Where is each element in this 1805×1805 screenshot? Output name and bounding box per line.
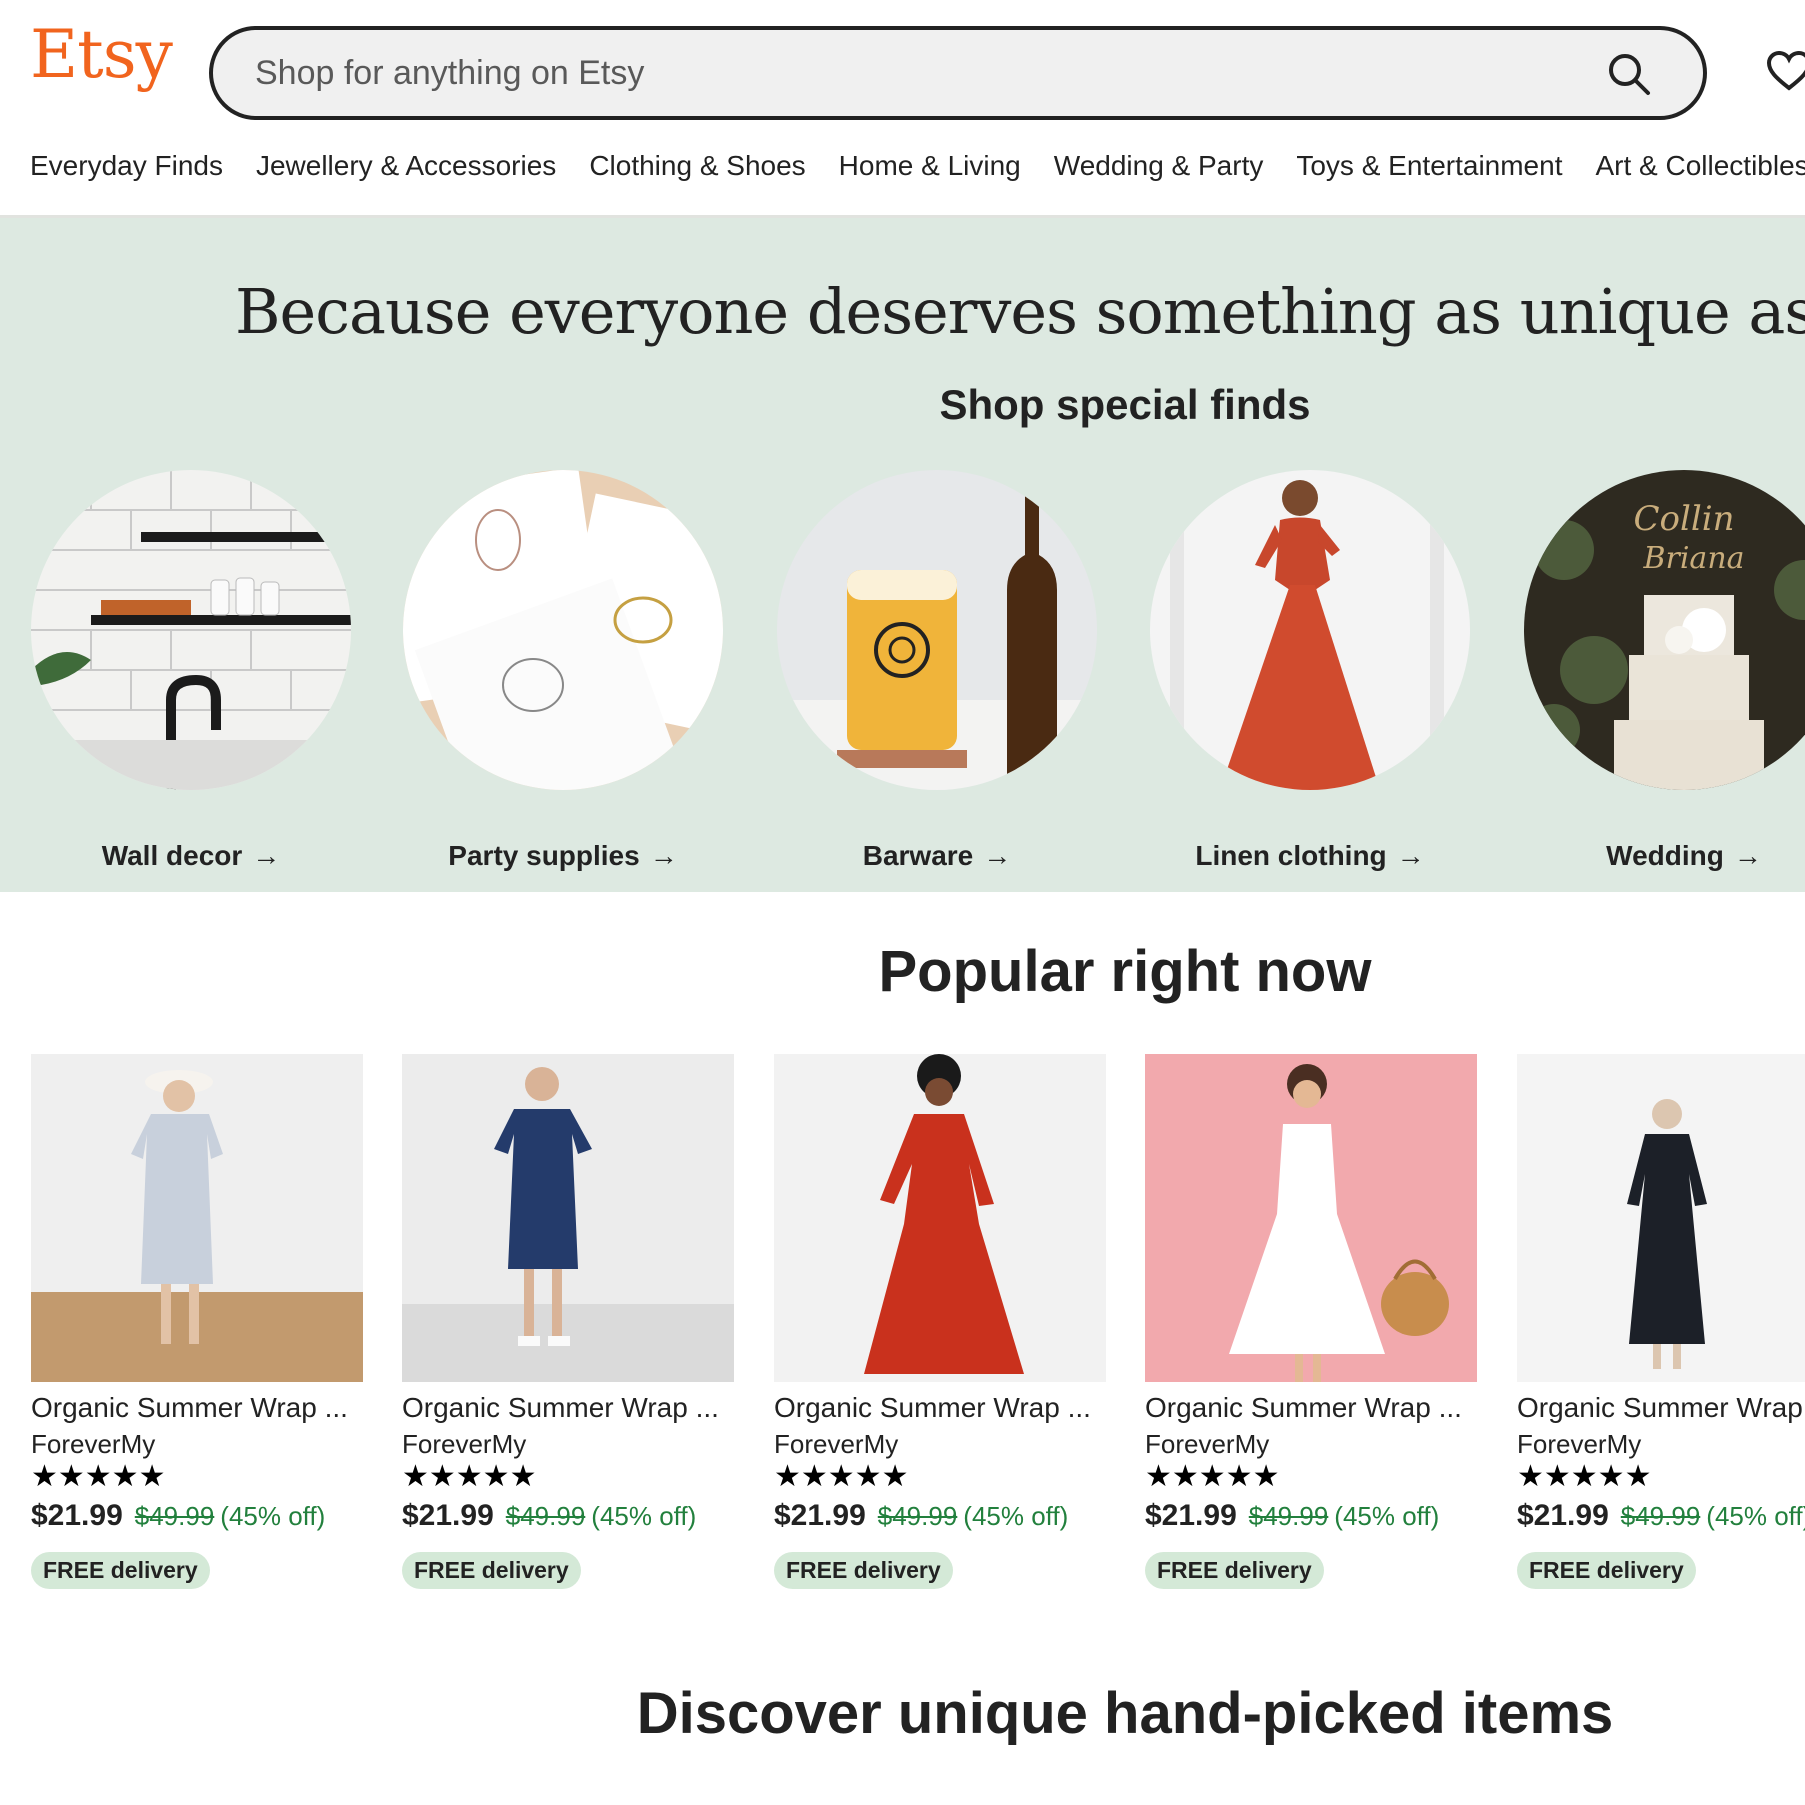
nav-link-art-collectibles[interactable]: Art & Collectibles (1595, 148, 1805, 184)
category-wall-decor[interactable]: Wall decor → (31, 470, 351, 871)
free-delivery-badge: FREE delivery (774, 1552, 953, 1589)
discount-label: (45% off) (220, 1501, 326, 1531)
discount-label: (45% off) (1334, 1501, 1440, 1531)
price-row: $21.99 $49.99 (45% off) (1145, 1498, 1477, 1534)
nav-link-toys-entertainment[interactable]: Toys & Entertainment (1296, 148, 1562, 184)
shop-name[interactable]: ForeverMy (1517, 1426, 1805, 1462)
barware-image[interactable] (777, 470, 1097, 790)
category-label-linen-clothing[interactable]: Linen clothing → (1110, 840, 1510, 872)
shop-name[interactable]: ForeverMy (774, 1426, 1106, 1462)
star-rating: ★★★★★ (1517, 1460, 1652, 1493)
product-image[interactable] (402, 1054, 734, 1382)
current-price: $21.99 (31, 1499, 123, 1532)
free-delivery-badge: FREE delivery (31, 1552, 210, 1589)
product-card[interactable]: Organic Summer Wrap ... ForeverMy ★★★★★ … (1145, 1054, 1477, 1589)
linen-clothing-image[interactable] (1150, 470, 1470, 790)
nav-link-wedding-party[interactable]: Wedding & Party (1054, 148, 1264, 184)
etsy-logo[interactable]: Etsy (30, 22, 173, 88)
product-image[interactable] (1145, 1054, 1477, 1382)
arrow-right-icon: → (649, 840, 678, 871)
svg-text:Collin: Collin (1633, 499, 1734, 539)
star-rating: ★★★★★ (402, 1460, 537, 1493)
star-rating: ★★★★★ (774, 1460, 909, 1493)
category-nav: Everyday Finds Jewellery & Accessories Clo… (30, 148, 1805, 184)
nav-link-everyday-finds[interactable]: Everyday Finds (30, 148, 223, 184)
product-card[interactable]: Organic Summer Wrap ... ForeverMy ★★★★★ … (1517, 1054, 1805, 1589)
nav-link-home-living[interactable]: Home & Living (839, 148, 1021, 184)
product-title[interactable]: Organic Summer Wrap ... (1517, 1390, 1805, 1426)
party-supplies-image[interactable] (403, 470, 723, 790)
search-icon[interactable] (1607, 52, 1651, 96)
discount-label: (45% off) (963, 1501, 1069, 1531)
shop-name[interactable]: ForeverMy (31, 1426, 363, 1462)
original-price: $49.99 (1620, 1501, 1701, 1531)
free-delivery-badge: FREE delivery (402, 1552, 581, 1589)
hero-title: Because everyone deserves something as u… (235, 275, 1805, 348)
current-price: $21.99 (402, 1499, 494, 1532)
product-image[interactable] (31, 1054, 363, 1382)
product-card[interactable]: Organic Summer Wrap ... ForeverMy ★★★★★ … (31, 1054, 363, 1589)
product-title[interactable]: Organic Summer Wrap ... (1145, 1390, 1477, 1426)
category-label-wall-decor[interactable]: Wall decor → (0, 840, 391, 872)
price-row: $21.99 $49.99 (45% off) (31, 1498, 363, 1534)
star-rating: ★★★★★ (31, 1460, 166, 1493)
wall-decor-image[interactable] (31, 470, 351, 790)
hero-banner: Because everyone deserves something as u… (0, 218, 1805, 892)
arrow-right-icon: → (1733, 840, 1762, 871)
arrow-right-icon: → (983, 840, 1012, 871)
discount-label: (45% off) (591, 1501, 697, 1531)
product-title[interactable]: Organic Summer Wrap ... (31, 1390, 363, 1426)
price-row: $21.99 $49.99 (45% off) (1517, 1498, 1805, 1534)
original-price: $49.99 (877, 1501, 958, 1531)
free-delivery-badge: FREE delivery (1145, 1552, 1324, 1589)
product-title[interactable]: Organic Summer Wrap ... (402, 1390, 734, 1426)
category-label-wedding[interactable]: Wedding → (1484, 840, 1805, 872)
free-delivery-badge: FREE delivery (1517, 1552, 1696, 1589)
original-price: $49.99 (1248, 1501, 1329, 1531)
price-row: $21.99 $49.99 (45% off) (402, 1498, 734, 1534)
category-label-barware[interactable]: Barware → (737, 840, 1137, 872)
hero-subtitle: Shop special finds (939, 381, 1311, 428)
site-header: Etsy Shop for anything on Etsy Everyday … (0, 0, 1805, 218)
arrow-right-icon: → (252, 840, 281, 871)
popular-section-title: Popular right now (878, 939, 1372, 1004)
discover-section-title: Discover unique hand-picked items (636, 1681, 1614, 1746)
original-price: $49.99 (134, 1501, 215, 1531)
price-row: $21.99 $49.99 (45% off) (774, 1498, 1106, 1534)
svg-text:Briana: Briana (1642, 541, 1744, 576)
wedding-image[interactable]: Collin Briana (1524, 470, 1805, 790)
star-rating: ★★★★★ (1145, 1460, 1280, 1493)
product-card[interactable]: Organic Summer Wrap ... ForeverMy ★★★★★ … (402, 1054, 734, 1589)
category-barware[interactable]: Barware → (777, 470, 1097, 871)
search-bar[interactable]: Shop for anything on Etsy (209, 26, 1707, 120)
shop-name[interactable]: ForeverMy (402, 1426, 734, 1462)
current-price: $21.99 (1145, 1499, 1237, 1532)
arrow-right-icon: → (1396, 840, 1425, 871)
current-price: $21.99 (1517, 1499, 1609, 1532)
product-title[interactable]: Organic Summer Wrap ... (774, 1390, 1106, 1426)
category-wedding[interactable]: Collin Briana Wedding → (1524, 470, 1805, 871)
current-price: $21.99 (774, 1499, 866, 1532)
original-price: $49.99 (505, 1501, 586, 1531)
product-image[interactable] (1517, 1054, 1805, 1382)
shop-name[interactable]: ForeverMy (1145, 1426, 1477, 1462)
nav-link-jewellery-accessories[interactable]: Jewellery & Accessories (256, 148, 556, 184)
nav-link-clothing-shoes[interactable]: Clothing & Shoes (589, 148, 805, 184)
product-card[interactable]: Organic Summer Wrap ... ForeverMy ★★★★★ … (774, 1054, 1106, 1589)
discount-label: (45% off) (1706, 1501, 1805, 1531)
product-image[interactable] (774, 1054, 1106, 1382)
category-linen-clothing[interactable]: Linen clothing → (1150, 470, 1470, 871)
heart-icon[interactable] (1766, 50, 1805, 92)
category-label-party-supplies[interactable]: Party supplies → (363, 840, 763, 872)
category-party-supplies[interactable]: Party supplies → (403, 470, 723, 871)
search-input[interactable]: Shop for anything on Etsy (255, 52, 644, 94)
